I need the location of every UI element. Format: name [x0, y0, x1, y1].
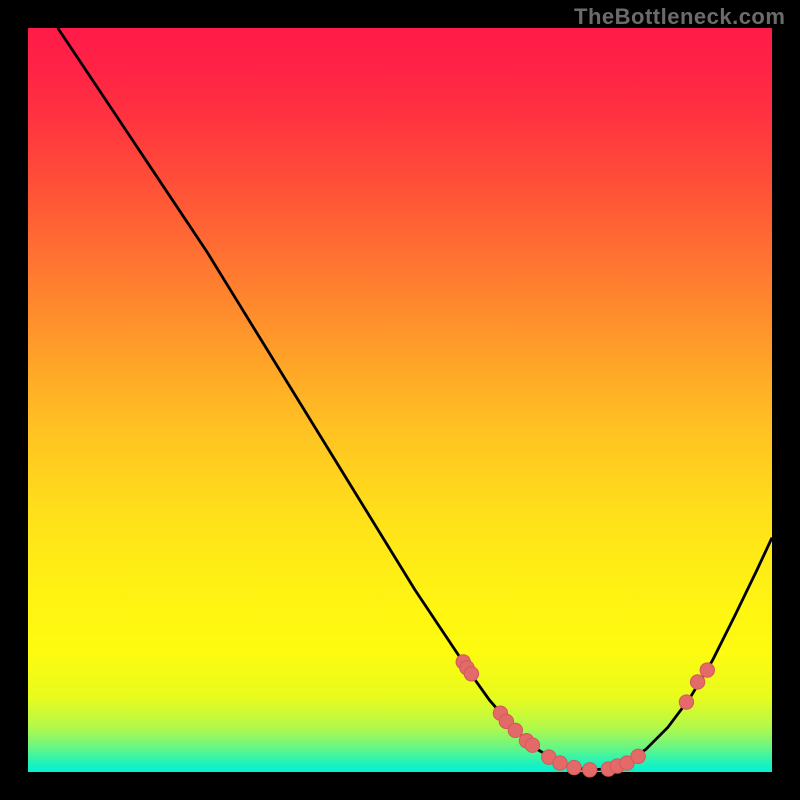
- highlight-point: [690, 675, 704, 689]
- bottleneck-chart: [0, 0, 800, 800]
- chart-container: TheBottleneck.com: [0, 0, 800, 800]
- highlight-point: [553, 756, 567, 770]
- highlight-point: [700, 663, 714, 677]
- highlight-point: [525, 738, 539, 752]
- attribution-label: TheBottleneck.com: [574, 4, 785, 30]
- plot-background: [28, 28, 772, 772]
- highlight-point: [464, 667, 478, 681]
- highlight-point: [583, 763, 597, 777]
- highlight-point: [631, 749, 645, 763]
- highlight-point: [508, 723, 522, 737]
- highlight-point: [679, 695, 693, 709]
- highlight-point: [567, 760, 581, 774]
